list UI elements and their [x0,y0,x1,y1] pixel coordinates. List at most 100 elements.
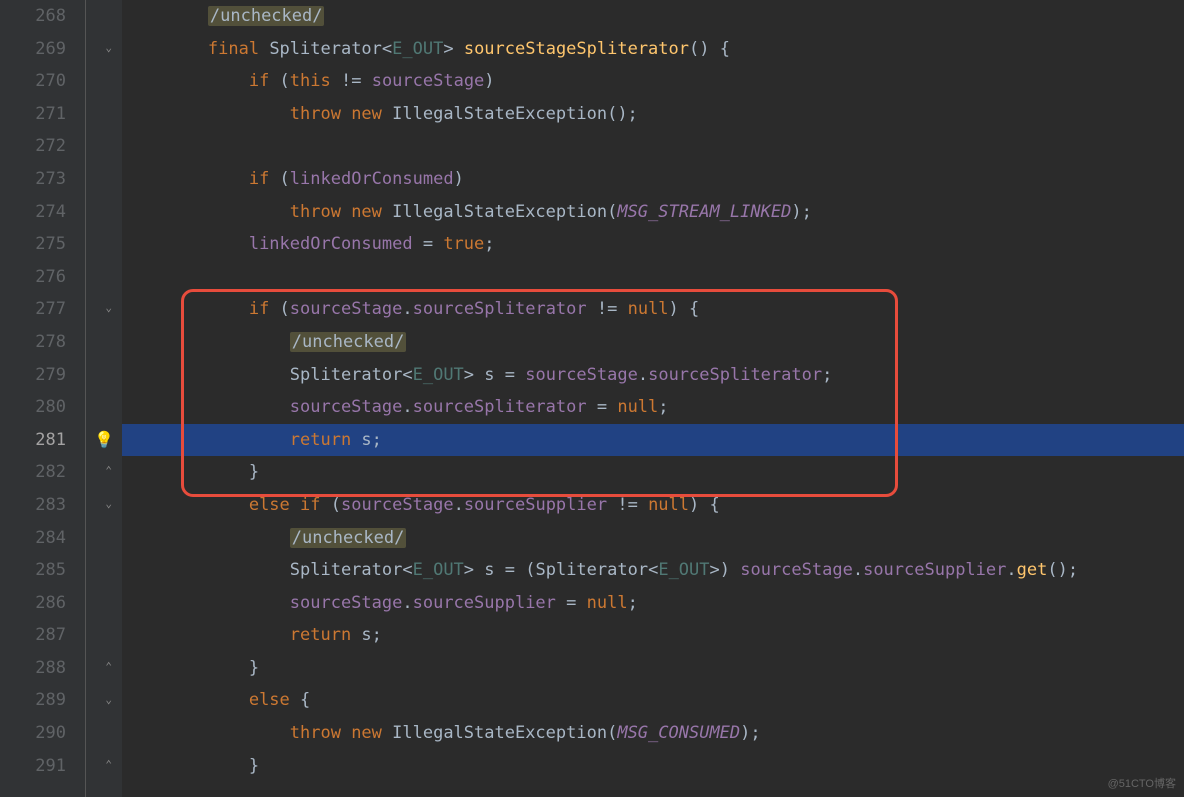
fold-slot [76,196,122,229]
code-token: E_OUT [392,39,443,59]
line-number[interactable]: 276 [0,261,66,294]
code-line[interactable]: if (this != sourceStage) [122,65,1184,98]
code-line[interactable]: throw new IllegalStateException(MSG_CONS… [122,717,1184,750]
code-token: /unchecked/ [208,6,325,26]
code-token: new [351,723,392,743]
code-line[interactable]: /unchecked/ [122,326,1184,359]
code-token [126,658,249,678]
line-number[interactable]: 278 [0,326,66,359]
code-token: new [351,104,392,124]
code-line[interactable]: return s; [122,424,1184,457]
line-number[interactable]: 291 [0,750,66,783]
code-area[interactable]: /unchecked/ final Spliterator<E_OUT> sou… [122,0,1184,797]
watermark-label: @51CTO博客 [1108,775,1176,791]
code-token: throw [290,202,351,222]
code-token: s [361,625,371,645]
code-token: null [587,593,628,613]
code-token [126,723,290,743]
fold-slot [76,33,122,66]
line-number[interactable]: 269 [0,33,66,66]
code-token: > [464,365,484,385]
line-number[interactable]: 284 [0,522,66,555]
code-token: linkedOrConsumed [290,169,454,189]
code-token: sourceSpliterator [413,397,587,417]
line-number[interactable]: 273 [0,163,66,196]
line-number[interactable]: 285 [0,554,66,587]
line-number[interactable]: 286 [0,587,66,620]
code-line[interactable]: if (sourceStage.sourceSpliterator != nul… [122,293,1184,326]
fold-slot [76,717,122,750]
code-token: ; [628,593,638,613]
code-line[interactable]: sourceStage.sourceSpliterator = null; [122,391,1184,424]
fold-slot [76,391,122,424]
line-number[interactable]: 272 [0,130,66,163]
code-line[interactable]: /unchecked/ [122,522,1184,555]
code-token: = ( [495,560,536,580]
code-token [126,756,249,776]
code-line[interactable]: sourceStage.sourceSupplier = null; [122,587,1184,620]
line-number-gutter[interactable]: 2682692702712722732742752762772782792802… [0,0,76,797]
code-editor[interactable]: 2682692702712722732742752762772782792802… [0,0,1184,797]
code-token: else [249,690,300,710]
code-token: ( [331,495,341,515]
fold-slot [76,456,122,489]
code-token: < [402,560,412,580]
line-number[interactable]: 288 [0,652,66,685]
line-number[interactable]: 277 [0,293,66,326]
code-token: throw [290,723,351,743]
line-number[interactable]: 287 [0,619,66,652]
code-token: . [402,397,412,417]
code-token [126,169,249,189]
code-token [126,136,136,156]
code-token: if [249,71,280,91]
line-number[interactable]: 280 [0,391,66,424]
fold-slot [76,293,122,326]
line-number[interactable]: 282 [0,456,66,489]
fold-slot [76,522,122,555]
code-line[interactable]: final Spliterator<E_OUT> sourceStageSpli… [122,33,1184,66]
code-token: true [443,234,484,254]
code-line[interactable]: throw new IllegalStateException(MSG_STRE… [122,196,1184,229]
code-line[interactable]: } [122,750,1184,783]
code-token: sourceSpliterator [413,299,587,319]
code-line[interactable]: return s; [122,619,1184,652]
code-line[interactable]: Spliterator<E_OUT> s = sourceStage.sourc… [122,359,1184,392]
code-line[interactable]: throw new IllegalStateException(); [122,98,1184,131]
code-line[interactable]: else if (sourceStage.sourceSupplier != n… [122,489,1184,522]
fold-slot [76,554,122,587]
code-line[interactable]: else { [122,684,1184,717]
code-token: s [361,430,371,450]
line-number[interactable]: 271 [0,98,66,131]
code-line[interactable] [122,130,1184,163]
code-token: != [331,71,372,91]
code-line[interactable]: if (linkedOrConsumed) [122,163,1184,196]
code-token [126,39,208,59]
line-number[interactable]: 275 [0,228,66,261]
code-token: sourceStage [290,299,403,319]
line-number[interactable]: 281 [0,424,66,457]
code-line[interactable]: Spliterator<E_OUT> s = (Spliterator<E_OU… [122,554,1184,587]
code-token: . [454,495,464,515]
code-token: sourceStage [525,365,638,385]
line-number[interactable]: 279 [0,359,66,392]
code-line[interactable]: } [122,652,1184,685]
line-number[interactable]: 268 [0,0,66,33]
line-number[interactable]: 274 [0,196,66,229]
code-token: > [464,560,484,580]
line-number[interactable]: 290 [0,717,66,750]
code-line[interactable]: /unchecked/ [122,0,1184,33]
code-token: throw [290,104,351,124]
code-token: /unchecked/ [290,528,407,548]
code-token: else if [249,495,331,515]
code-token [126,267,136,287]
line-number[interactable]: 283 [0,489,66,522]
code-token [126,690,249,710]
code-line[interactable]: } [122,456,1184,489]
code-token: ; [822,365,832,385]
fold-column[interactable]: ⌄⌄💡⌃⌄⌃⌄⌃ [76,0,122,797]
code-line[interactable]: linkedOrConsumed = true; [122,228,1184,261]
code-token: ) { [669,299,700,319]
line-number[interactable]: 289 [0,684,66,717]
code-line[interactable] [122,261,1184,294]
line-number[interactable]: 270 [0,65,66,98]
